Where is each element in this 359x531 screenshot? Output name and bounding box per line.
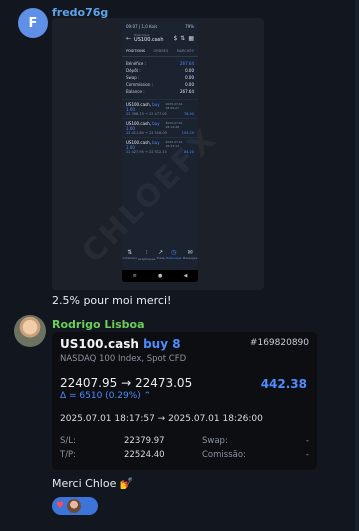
summary-row: Balance : 267.64	[122, 88, 198, 95]
phone-tabs: POSITIONS ORDRES MARCHÉS	[122, 45, 198, 57]
sl-value: 22379.97	[124, 436, 165, 446]
symbol-text: US100.cash	[60, 337, 139, 351]
nav-quotes: ⇅ Cotations	[123, 249, 137, 260]
swap-label: Swap:	[202, 436, 228, 446]
nav-label: Cotations	[122, 256, 137, 260]
summary-label: Dépôt :	[126, 68, 141, 73]
summary-value: 267.64	[180, 61, 194, 66]
status-right: 79%	[185, 24, 194, 29]
instrument-description: NASDAQ 100 Index, Spot CFD	[60, 354, 187, 364]
summary-value: 0.00	[185, 82, 194, 87]
history-icon: ◷	[171, 249, 177, 256]
summary-label: Commission :	[126, 82, 154, 87]
status-left: 09:07 | 1,0 Ko/s	[126, 24, 158, 29]
charts-icon: ⫶	[145, 249, 148, 256]
reaction-chip[interactable]: ♥	[52, 497, 98, 515]
avatar[interactable]: F	[18, 8, 48, 38]
phone-header: ← Historique US100.cash $ ⇅ ▦	[122, 31, 198, 45]
messages-icon: ✉	[187, 249, 193, 256]
screenshot-image[interactable]: 09:07 | 1,0 Ko/s 79% ← Historique US100.…	[52, 18, 264, 290]
android-nav-bar: ≡ ● ◀	[122, 270, 198, 282]
summary-row: Bénéfice : 267.64	[122, 60, 198, 67]
nav-label: Graphiques	[138, 257, 156, 261]
nav-messages: ✉ Messages	[183, 249, 198, 260]
trade-side: buy 8	[143, 337, 181, 351]
tab-positions: POSITIONS	[126, 49, 146, 53]
nav-label: Messages	[182, 256, 198, 260]
nav-history: ◷ Historique	[166, 249, 181, 260]
deal-prices: 22 398.15 → 22 477.05	[126, 112, 167, 116]
summary-row: Commission : 0.00	[122, 81, 198, 88]
summary-value: 0.00	[185, 75, 194, 80]
phone-bottom-nav: ⇅ Cotations ⫶ Graphiques ↗ Trade ◷ Historiqu…	[122, 246, 198, 268]
trade-icon: ↗	[158, 249, 164, 256]
quotes-icon: ⇅	[127, 249, 133, 256]
nav-trade: ↗ Trade	[157, 249, 165, 260]
deal-row: US100.cash, buy 1.00 2025.07.01 18:09:27 …	[122, 99, 198, 118]
message-text: 2.5% pour moi merci!	[52, 294, 172, 307]
tp-label: T/P:	[60, 450, 77, 460]
sort-icon: ⇅	[180, 34, 186, 42]
deal-prices: 22 411.80 → 22 516.09	[126, 131, 167, 135]
summary-label: Swap :	[126, 75, 140, 80]
deal-prices: 22 427.95 → 22 512.15	[126, 150, 167, 154]
summary-value: 267.64	[180, 89, 194, 94]
back-icon: ◀	[183, 273, 188, 279]
trade-card[interactable]: US100.cash buy 8 #169820890 NASDAQ 100 I…	[52, 332, 317, 470]
summary-row: Swap : 0.00	[122, 74, 198, 81]
trade-prices: 22407.95 → 22473.05	[60, 376, 193, 390]
summary-row: Dépôt : 0.00	[122, 67, 198, 74]
currency-icon: $	[173, 34, 178, 42]
scrollbar[interactable]	[355, 0, 359, 531]
back-arrow-icon: ←	[126, 34, 132, 42]
summary-label: Bénéfice :	[126, 61, 146, 66]
reactor-avatar	[67, 499, 82, 513]
message-text: Merci Chloe 💅	[52, 477, 134, 490]
trade-profit: 442.38	[260, 377, 307, 391]
sl-label: S/L:	[60, 436, 76, 446]
phone-title: US100.cash	[134, 37, 164, 43]
home-icon: ●	[157, 273, 163, 279]
tab-markets: MARCHÉS	[176, 49, 194, 53]
summary-value: 0.00	[185, 68, 194, 73]
deal-date: 2025.07.01 18:09:27	[165, 102, 183, 110]
sender-name[interactable]: Rodrigo Lisboa	[52, 318, 145, 331]
avatar-letter: F	[28, 15, 38, 31]
trade-delta: Δ = 6510 (0.29%) ⌃	[60, 391, 152, 401]
commission-label: Comissão:	[202, 450, 246, 460]
deal-profit: 78.90	[183, 112, 194, 116]
menu-icon: ≡	[132, 273, 137, 279]
tp-value: 22524.40	[124, 450, 165, 460]
phone-status-bar: 09:07 | 1,0 Ko/s 79%	[122, 22, 198, 31]
avatar[interactable]	[14, 315, 46, 347]
nav-charts: ⫶ Graphiques	[138, 249, 155, 261]
swap-value: -	[305, 436, 309, 446]
tab-orders: ORDRES	[153, 49, 169, 53]
heart-icon: ♥	[56, 501, 65, 511]
chat-view: F fredo76g 09:07 | 1,0 Ko/s 79% ← Histor…	[0, 0, 359, 531]
calendar-icon: ▦	[188, 34, 194, 42]
commission-value: -	[305, 450, 309, 460]
nav-label: Historique	[166, 256, 182, 260]
trade-symbol: US100.cash buy 8	[60, 337, 181, 351]
trade-time: 2025.07.01 18:17:57 → 2025.07.01 18:26:0…	[60, 414, 263, 424]
summary-label: Balance :	[126, 89, 145, 94]
nav-label: Trade	[156, 256, 165, 260]
ticket-number: #169820890	[249, 338, 309, 348]
